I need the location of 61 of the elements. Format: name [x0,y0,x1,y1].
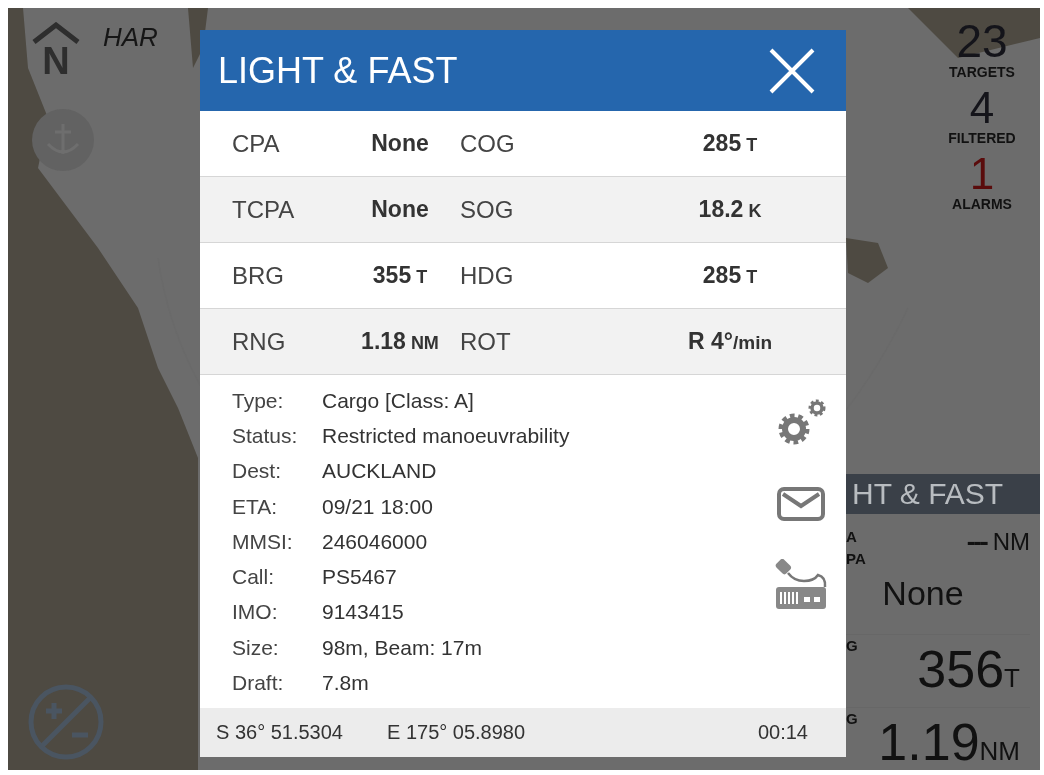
field-label: ROT [460,327,512,356]
counter-value: 1 [969,152,995,196]
counter-label: ALARMS [952,196,1012,212]
north-indicator[interactable]: N [30,22,82,78]
close-icon[interactable] [768,47,816,94]
field-value: 285 T [701,262,759,289]
envelope-icon[interactable] [777,487,825,521]
reading-value: 1.19 [878,712,980,770]
field-value: 1.18 NM [360,328,440,355]
detail-value: 9143415 [322,600,404,625]
detail-value: 246046000 [322,529,428,554]
field-value: 355 T [371,262,429,289]
detail-label: ETA: [232,494,279,519]
detail-value: Restricted manoeuvrability [322,423,570,448]
detail-value: PS5467 [322,565,397,590]
counter-label: FILTERED [948,130,1016,146]
field-label: BRG [232,261,285,290]
reading-label: G [846,636,859,656]
map-place-label: HAR [103,22,158,53]
field-label: TCPA [232,195,296,224]
field-label: COG [460,129,516,158]
reading-value: None [882,574,964,613]
detail-label: Size: [232,635,280,660]
detail-value: 7.8m [322,671,369,695]
reading-label: PA [846,549,867,569]
field-value: 18.2 K [697,196,763,223]
detail-value: AUCKLAND [322,459,437,484]
radio-icon[interactable] [774,559,828,611]
longitude-text: E 175° 05.8980 [387,721,526,744]
field-value: 285 T [701,130,759,157]
field-value: None [370,196,430,223]
detail-value: 09/21 18:00 [322,494,433,519]
detail-label: Call: [232,565,275,590]
latitude-text: S 36° 51.5304 [216,721,343,744]
reading-unit: NM [979,736,1020,767]
detail-label: Status: [232,423,299,448]
detail-label: Draft: [232,671,285,695]
detail-label: MMSI: [232,529,294,554]
counter-label: TARGETS [949,64,1015,80]
field-label: SOG [460,195,515,224]
field-value: None [370,130,430,157]
reading-value: --- [966,526,987,557]
field-label: CPA [232,129,281,158]
detail-value: Cargo [Class: A] [322,388,474,413]
counter-value: 23 [956,18,1008,64]
detail-label: IMO: [232,600,279,625]
reading-value: 356 [917,639,1005,700]
detail-label: Dest: [232,459,282,484]
field-label: RNG [232,327,287,356]
panel-title: HT & FAST [846,474,1040,514]
reading-unit: NM [992,528,1030,556]
reading-unit: T [1004,663,1020,694]
field-label: HDG [460,261,515,290]
field-value: R 4°/min [686,328,774,355]
time-text: 00:14 [757,721,808,744]
reading-label: G [846,709,859,729]
dialog-title: LIGHT & FAST [218,49,458,92]
counter-value: 4 [969,86,995,130]
detail-value: 98m, Beam: 17m [322,635,482,660]
detail-label: Type: [232,388,285,413]
reading-label: A [846,527,858,547]
